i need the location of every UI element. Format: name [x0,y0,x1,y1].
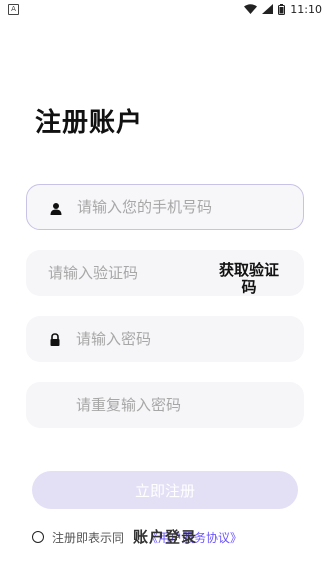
lock-icon [48,332,62,346]
status-bar: A 11:10 [0,0,330,18]
password-input[interactable] [74,316,292,362]
confirm-password-input[interactable] [74,382,292,428]
wifi-icon [244,4,258,14]
page-title: 注册账户 [35,108,144,138]
get-code-button[interactable]: 获取验证码 [214,262,284,296]
status-time: 11:10 [290,2,322,16]
agreement-prefix: 注册即表示同 [52,530,125,545]
password-field[interactable] [26,316,304,362]
battery-icon [278,3,286,15]
status-left: A [8,3,19,15]
code-input[interactable] [46,250,204,296]
confirm-password-field[interactable] [26,382,304,428]
register-button[interactable]: 立即注册 [32,471,298,509]
status-right: 11:10 [244,3,322,16]
phone-field[interactable] [26,184,304,230]
agreement-radio[interactable] [32,531,44,543]
code-field[interactable]: 获取验证码 [26,250,304,296]
app-notification-icon: A [8,3,19,15]
signal-icon [262,4,274,14]
user-icon [49,201,63,215]
login-link[interactable]: 账户登录 [133,526,197,547]
phone-input[interactable] [75,185,291,229]
